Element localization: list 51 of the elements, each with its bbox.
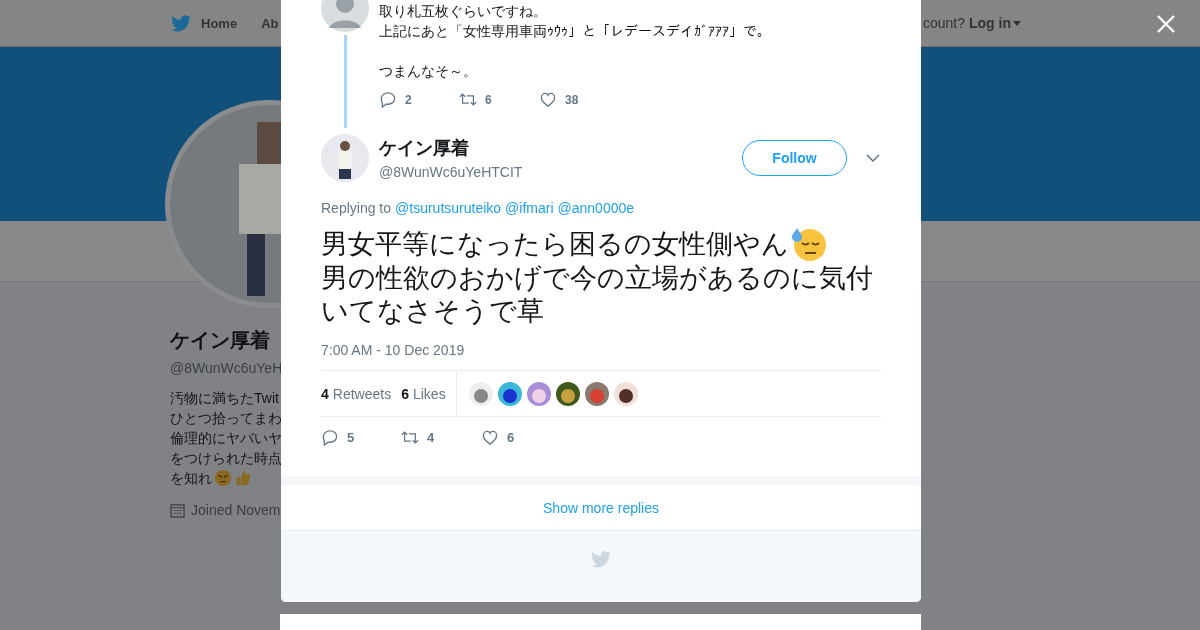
joined-date: Joined Novem <box>191 502 281 518</box>
stat-label: Likes <box>412 385 446 402</box>
retweet-icon[interactable] <box>459 91 477 108</box>
tweet-text-line: 上記にあと「女性専用車両ｩｳｩ」と「レデースデイｶﾞｱｱｱ」で。 <box>379 22 771 41</box>
caret-icon <box>1013 20 1021 26</box>
nav-link[interactable]: Home <box>201 15 238 31</box>
like-icon[interactable] <box>539 91 557 108</box>
login-link[interactable]: Log in <box>969 15 1021 31</box>
follow-button[interactable]: Follow <box>742 140 847 176</box>
tweet-timestamp: 7:00 AM - 10 Dec 2019 <box>320 341 466 358</box>
like-count: 6 <box>507 430 515 445</box>
tweet-text-line: つまんなそ～。 <box>379 62 477 81</box>
calendar-icon <box>170 502 185 518</box>
reply-count: 2 <box>405 92 412 107</box>
retweet-count: 4 <box>427 430 435 445</box>
reply-count: 5 <box>347 430 355 445</box>
tweet-text-line: 男の性欲のおかげで今の立場があるのに気付いてなさそうで草 <box>321 262 874 328</box>
chevron-down-icon[interactable] <box>866 154 880 162</box>
close-icon[interactable] <box>1156 14 1176 34</box>
reply-icon[interactable] <box>379 91 397 108</box>
bio-line: 汚物に満ちたTwit <box>170 389 279 408</box>
account-prompt: count? <box>922 15 965 31</box>
mention-link[interactable]: @ifmari <box>505 200 554 216</box>
nav-link[interactable]: Ab <box>261 15 279 31</box>
bird-icon <box>591 551 611 568</box>
mention-link[interactable]: @ann0000e <box>557 200 635 216</box>
reply-icon[interactable] <box>321 429 339 446</box>
tweet-text-line: 取り札五枚ぐらいですね。 <box>379 2 547 21</box>
angry-face-icon <box>214 469 232 487</box>
stat-count: 4 <box>321 385 329 402</box>
bio-line: ひとつ拾ってまわ <box>170 409 282 428</box>
mention-link[interactable]: @tsurutsuruteiko <box>395 200 502 216</box>
bio-line: をつけられた時点 <box>170 449 282 468</box>
stat-count: 6 <box>401 385 409 402</box>
like-icon[interactable] <box>481 429 499 446</box>
author-name: ケイン厚着 <box>379 137 470 160</box>
profile-name: ケイン厚着 <box>170 328 271 353</box>
show-more-replies-link[interactable]: Show more replies <box>543 499 659 516</box>
profile-handle: @8WunWc6uYeH <box>170 360 281 376</box>
retweet-icon[interactable] <box>401 429 419 446</box>
thumbs-up-icon <box>234 469 252 487</box>
tweet-text-line: 男女平等になったら困るの女性側やん <box>321 227 789 261</box>
sweat-face-icon <box>791 226 827 262</box>
stat-label: Retweets <box>332 385 392 402</box>
replying-label: Replying to <box>321 200 392 216</box>
bio-line: 倫理的にヤバいヤ <box>170 429 282 448</box>
retweet-count: 6 <box>485 92 492 107</box>
bird-icon <box>171 14 191 32</box>
like-count: 38 <box>565 92 579 107</box>
bio-line: を知れ <box>170 469 212 488</box>
author-handle: @8WunWc6uYeHTCIT <box>379 164 524 180</box>
